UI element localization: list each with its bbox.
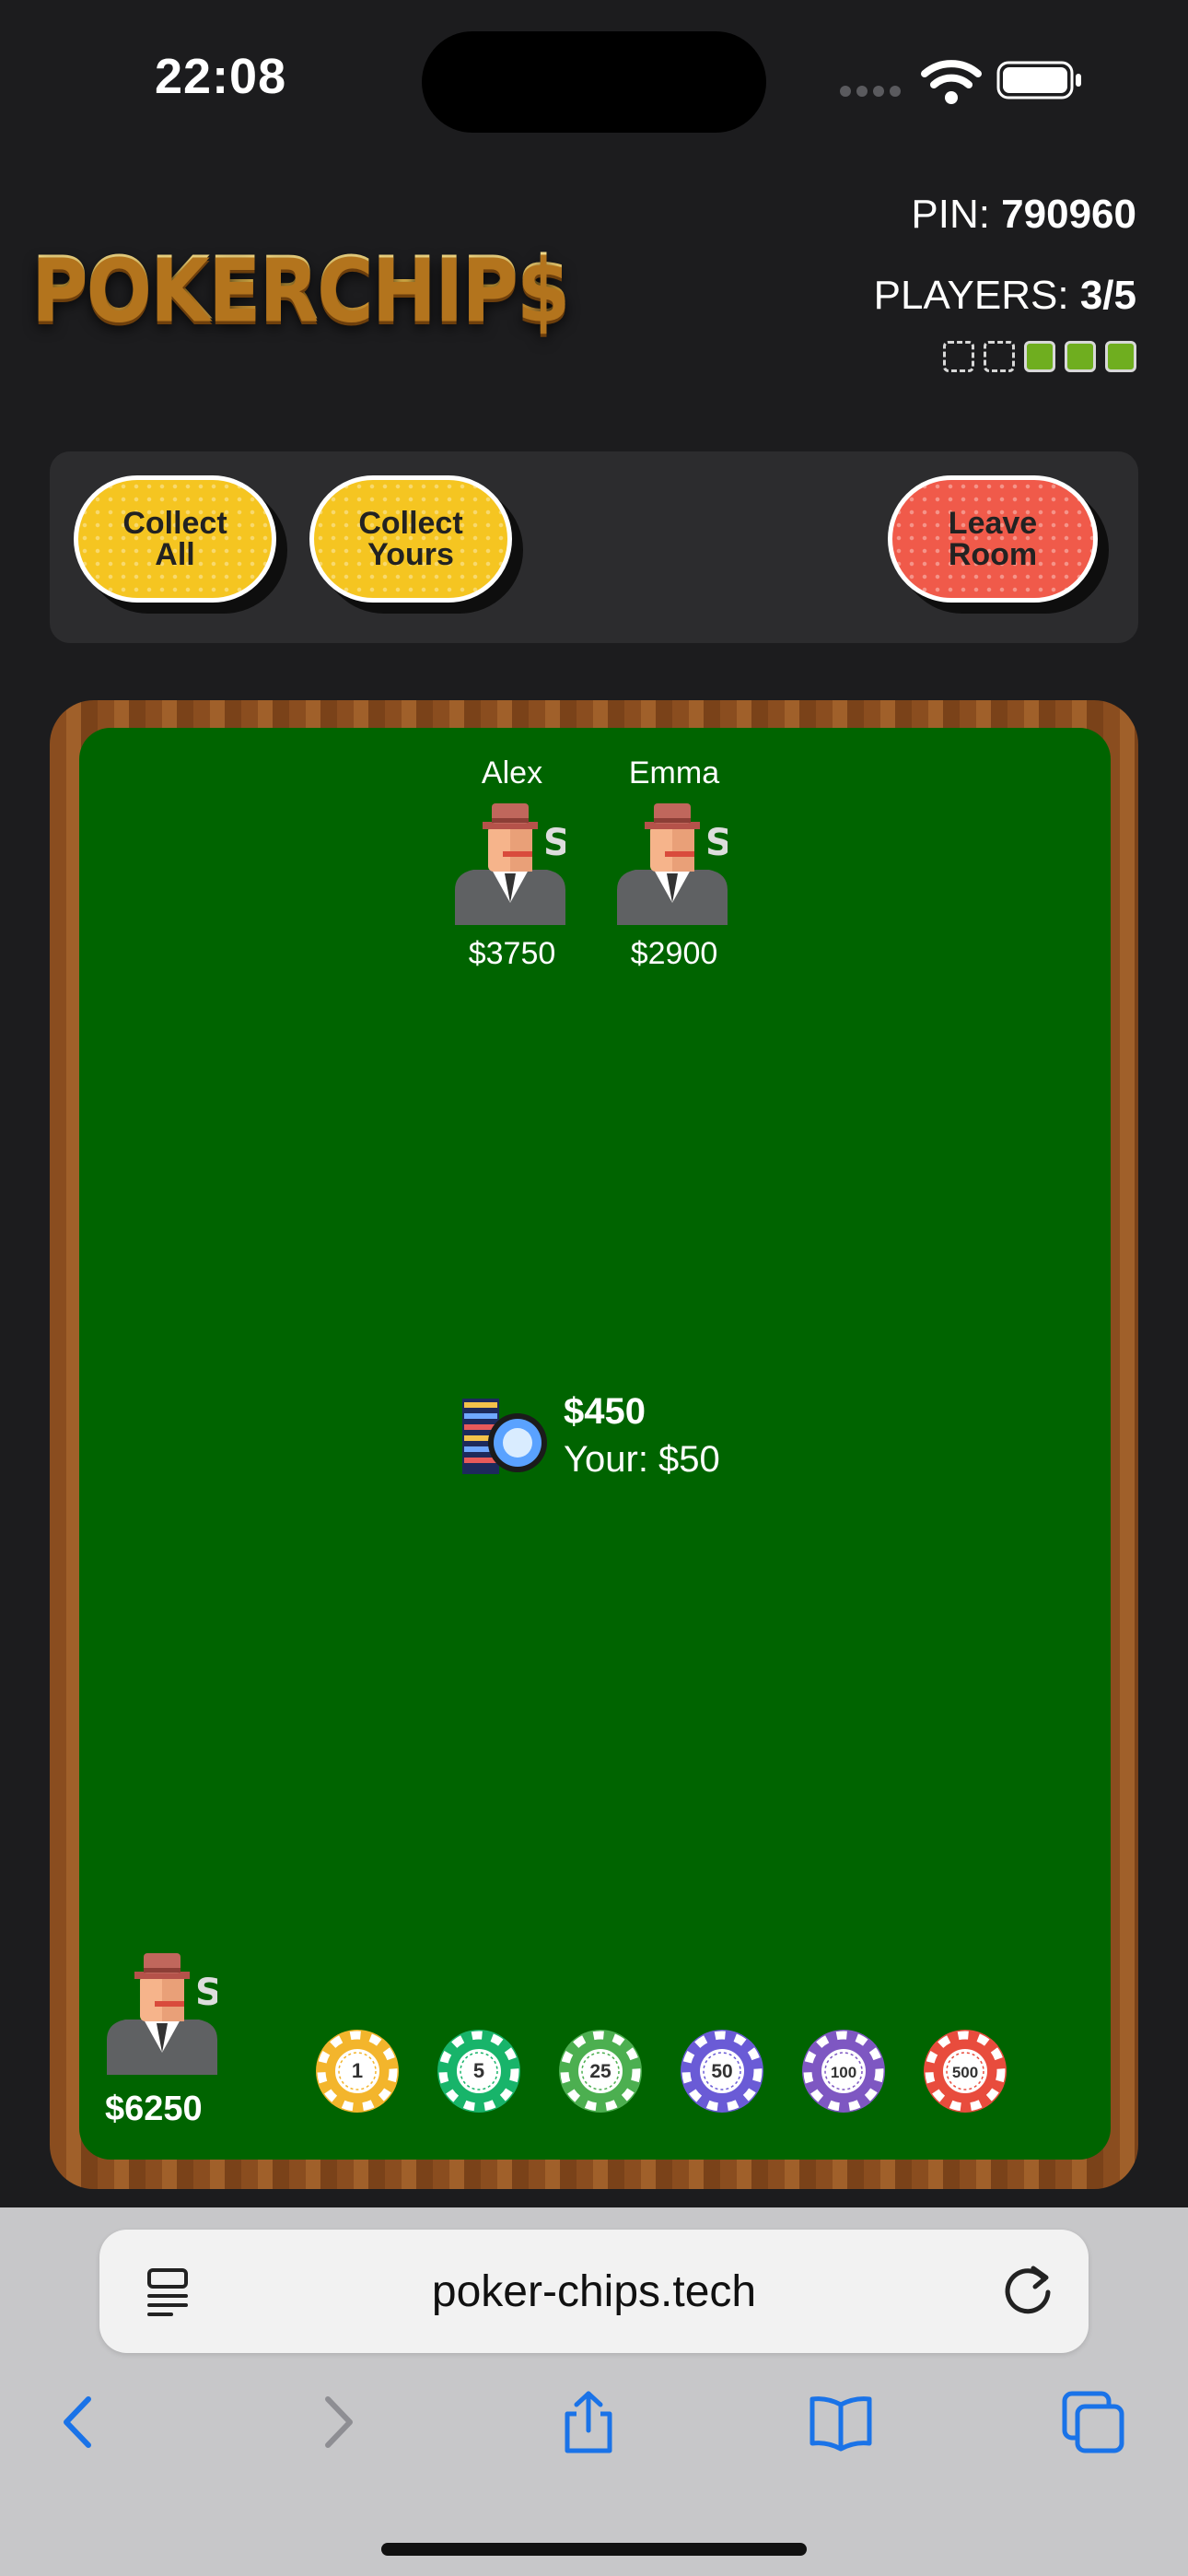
player-slot-empty xyxy=(984,341,1015,372)
player-slot-filled xyxy=(1024,341,1055,372)
battery-icon xyxy=(996,61,1081,100)
chip-5-button[interactable]: 5 xyxy=(437,2029,521,2113)
pot-your-contribution: Your: $50 xyxy=(564,1439,720,1480)
opponent-name: Emma xyxy=(628,755,720,790)
url-text: poker-chips.tech xyxy=(431,2267,757,2316)
collect-yours-label: Collect Yours xyxy=(358,506,463,572)
chip-500-button[interactable]: 500 xyxy=(923,2029,1007,2113)
chip-value-label: 500 xyxy=(952,2064,978,2081)
my-money: $6250 xyxy=(105,2090,203,2128)
pin-label: PIN: xyxy=(911,192,1002,237)
reload-icon[interactable] xyxy=(1002,2263,1055,2316)
leave-room-label: Leave Room xyxy=(948,506,1038,572)
share-icon[interactable] xyxy=(556,2390,621,2454)
player-slot-filled xyxy=(1105,341,1136,372)
player-slot-empty xyxy=(943,341,974,372)
status-time: 22:08 xyxy=(155,49,287,104)
player-avatar-icon[interactable]: S xyxy=(617,802,728,925)
opponent-name: Alex xyxy=(481,755,543,790)
chip-value-label: 5 xyxy=(473,2059,484,2082)
players-count: PLAYERS: 3/5 xyxy=(874,273,1136,319)
chip-50-button[interactable]: 50 xyxy=(680,2029,764,2113)
my-avatar-icon: S xyxy=(107,1953,217,2075)
cellular-signal-icon xyxy=(840,85,906,101)
svg-text:S: S xyxy=(543,822,565,864)
pot-total: $450 xyxy=(564,1391,646,1432)
chip-value-label: 1 xyxy=(352,2059,363,2082)
pin-value: 790960 xyxy=(1001,192,1136,237)
svg-text:S: S xyxy=(705,822,728,864)
wifi-icon xyxy=(921,60,982,104)
dynamic-island xyxy=(422,31,766,133)
players-label: PLAYERS: xyxy=(873,273,1080,318)
player-avatar-icon[interactable]: S xyxy=(455,802,565,925)
home-indicator xyxy=(381,2543,807,2556)
players-value: 3/5 xyxy=(1079,273,1136,318)
collect-yours-button[interactable]: Collect Yours xyxy=(309,475,512,603)
opponent-money: $2900 xyxy=(630,936,718,971)
collect-all-button[interactable]: Collect All xyxy=(74,475,276,603)
bookmarks-icon[interactable] xyxy=(809,2390,873,2454)
leave-room-button[interactable]: Leave Room xyxy=(888,475,1098,603)
opponent-money: $3750 xyxy=(468,936,556,971)
chip-100-button[interactable]: 100 xyxy=(801,2029,886,2113)
svg-text:S: S xyxy=(195,1972,217,2014)
back-icon[interactable] xyxy=(48,2390,112,2454)
chip-1-button[interactable]: 1 xyxy=(315,2029,400,2113)
app-logo: POKERCHIP$ xyxy=(31,238,570,339)
chip-value-label: 100 xyxy=(831,2064,856,2081)
player-slot-filled xyxy=(1065,341,1096,372)
chip-value-label: 50 xyxy=(711,2061,732,2082)
players-progress xyxy=(943,341,1136,372)
forward-icon[interactable] xyxy=(304,2390,368,2454)
collect-all-label: Collect All xyxy=(122,506,227,572)
chip-25-button[interactable]: 25 xyxy=(558,2029,643,2113)
pot-chips-icon xyxy=(462,1399,547,1474)
tabs-icon[interactable] xyxy=(1061,2390,1125,2454)
chip-value-label: 25 xyxy=(589,2061,611,2082)
room-pin: PIN: 790960 xyxy=(911,192,1136,238)
